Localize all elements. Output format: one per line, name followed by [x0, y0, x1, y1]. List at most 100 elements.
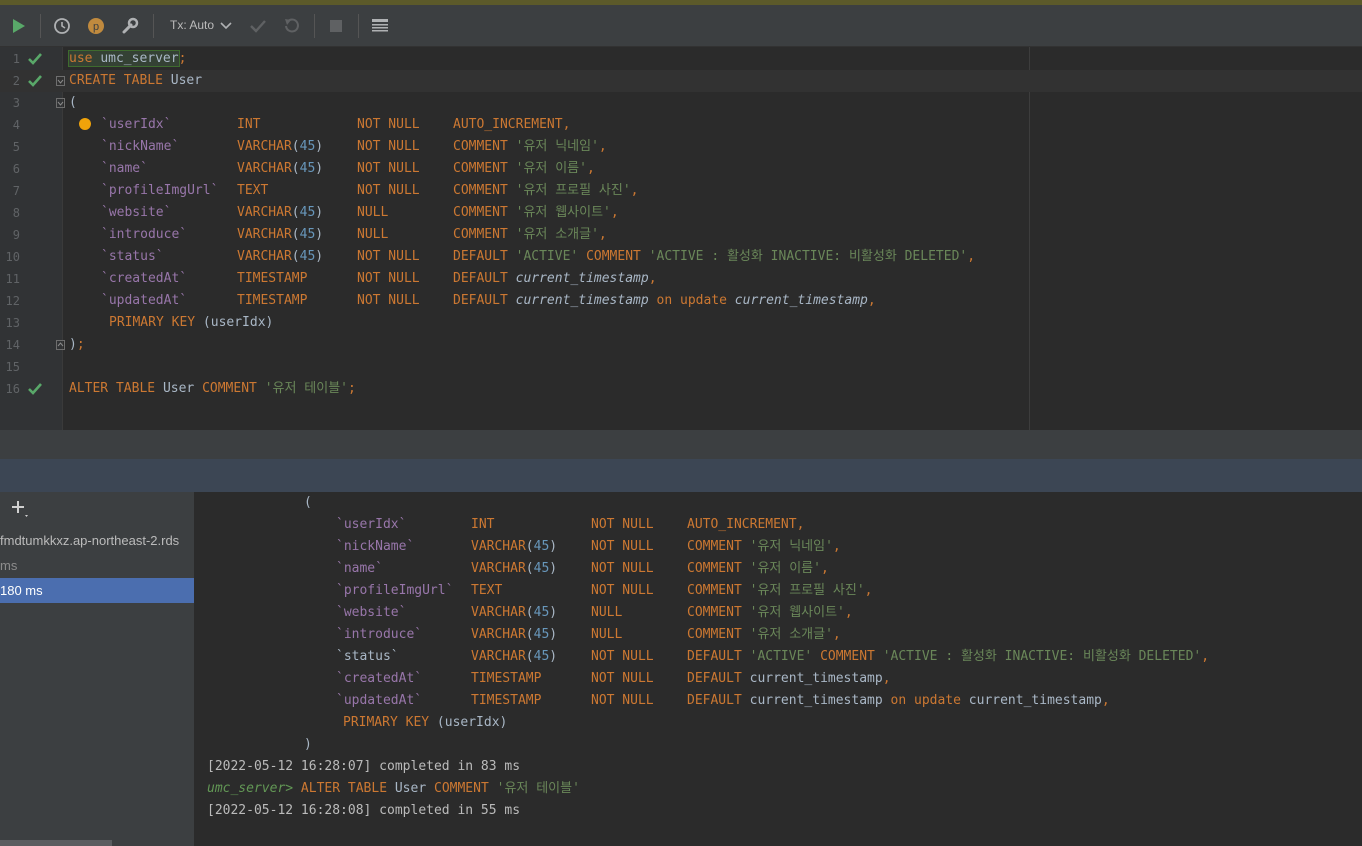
console-line: `nickName` [336, 539, 415, 554]
line-number: 13 [5, 316, 20, 330]
console-log-line: [2022-05-12 16:28:07] completed in 83 ms [207, 759, 521, 774]
session-item[interactable]: ms [0, 553, 194, 578]
code-text: ( [69, 95, 77, 110]
console-line: `introduce` [336, 627, 423, 642]
line-number: 8 [12, 206, 20, 220]
code-text: DEFAULT current_timestamp, [453, 271, 657, 286]
console-line: TIMESTAMP [471, 671, 542, 686]
code-text: TIMESTAMP [237, 293, 308, 308]
toolbar-divider [358, 14, 359, 38]
console-line: COMMENT '유저 프로필 사진', [687, 583, 873, 598]
code-text: VARCHAR(45) [237, 205, 324, 220]
console-line: NOT NULL [591, 539, 654, 554]
console-line: NOT NULL [591, 517, 654, 532]
code-text: NOT NULL [357, 271, 420, 286]
console-line: PRIMARY KEY (userIdx) [343, 715, 508, 730]
panel-splitter[interactable] [0, 430, 1362, 459]
stop-icon[interactable] [326, 16, 346, 36]
code-text: `status` [101, 249, 164, 264]
code-text: NOT NULL [357, 161, 420, 176]
code-line: 11 `createdAt` TIMESTAMP NOT NULL DEFAUL… [0, 268, 1362, 290]
code-text: INT [237, 117, 261, 132]
history-icon[interactable] [52, 16, 72, 36]
console-line: COMMENT '유저 소개글', [687, 627, 841, 642]
code-text: ); [69, 337, 85, 352]
console-line: NULL [591, 627, 623, 642]
toolbar-divider [40, 14, 41, 38]
line-number: 6 [12, 162, 20, 176]
line-number: 4 [12, 118, 20, 132]
console-line: VARCHAR(45) [471, 561, 558, 576]
code-text: TIMESTAMP [237, 271, 308, 286]
horizontal-scrollbar[interactable] [0, 840, 112, 846]
console-line: `profileImgUrl` [336, 583, 454, 598]
toolbar-divider [314, 14, 315, 38]
code-text: DEFAULT 'ACTIVE' COMMENT 'ACTIVE : 활성화 I… [453, 249, 976, 264]
code-text: `website` [101, 205, 172, 220]
rollback-icon[interactable] [282, 16, 302, 36]
console-line: VARCHAR(45) [471, 539, 558, 554]
commit-check-icon[interactable] [248, 16, 268, 36]
code-line: 12 `updatedAt` TIMESTAMP NOT NULL DEFAUL… [0, 290, 1362, 312]
line-number: 5 [12, 140, 20, 154]
sessions-panel: fmdtumkkxz.ap-northeast-2.rds ms 180 ms [0, 492, 194, 846]
sql-editor[interactable]: 1 use umc_server; 2 CREATE TABLE User 3 … [0, 47, 1362, 430]
profile-p-icon[interactable]: p [86, 16, 106, 36]
fold-marker-icon[interactable] [56, 98, 65, 108]
session-item-selected[interactable]: 180 ms [0, 578, 194, 603]
code-text: NULL [357, 227, 389, 242]
console-line: COMMENT '유저 닉네임', [687, 539, 841, 554]
console-line: `website` [336, 605, 407, 620]
code-text: `introduce` [101, 227, 188, 242]
console-line: `userIdx` [336, 517, 407, 532]
console-line: NOT NULL [591, 693, 654, 708]
console-line: ) [304, 737, 312, 752]
query-toolbar: p Tx: Auto [0, 5, 1362, 47]
session-item[interactable]: fmdtumkkxz.ap-northeast-2.rds [0, 528, 194, 553]
console-line: umc_server> ALTER TABLE User COMMENT '유저… [207, 781, 580, 796]
code-line: 1 use umc_server; [0, 48, 1362, 70]
console-line: `updatedAt` [336, 693, 423, 708]
table-view-icon[interactable] [370, 16, 390, 36]
console-line: VARCHAR(45) [471, 649, 558, 664]
line-number: 15 [5, 360, 20, 374]
code-text: `profileImgUrl` [101, 183, 219, 198]
chevron-down-icon[interactable] [216, 16, 236, 36]
code-text: `updatedAt` [101, 293, 188, 308]
run-icon[interactable] [9, 16, 29, 36]
line-number: 16 [5, 382, 20, 396]
console-line: `name` [336, 561, 383, 576]
code-text: `createdAt` [101, 271, 188, 286]
console-line: `status` [336, 649, 399, 664]
console-line: AUTO_INCREMENT, [687, 517, 805, 532]
code-line: 4 `userIdx` INT NOT NULL AUTO_INCREMENT, [0, 114, 1362, 136]
code-text: COMMENT '유저 이름', [453, 161, 595, 176]
code-text: NOT NULL [357, 139, 420, 154]
code-text: use umc_server; [68, 50, 187, 67]
fold-marker-icon[interactable] [56, 340, 65, 350]
code-line: 13 PRIMARY KEY (userIdx) [0, 312, 1362, 334]
code-text: NULL [357, 205, 389, 220]
code-text: ALTER TABLE User COMMENT '유저 테이블'; [69, 381, 356, 396]
transaction-mode-dropdown[interactable]: Tx: Auto [170, 18, 214, 32]
line-number: 3 [12, 96, 20, 110]
wrench-icon[interactable] [120, 16, 140, 36]
console-line: COMMENT '유저 이름', [687, 561, 829, 576]
code-text: PRIMARY KEY (userIdx) [109, 315, 274, 330]
query-console-output: ( `userIdx` INT NOT NULL AUTO_INCREMENT,… [194, 492, 1362, 846]
code-text: DEFAULT current_timestamp on update curr… [453, 293, 876, 308]
code-text: COMMENT '유저 소개글', [453, 227, 607, 242]
fold-marker-icon[interactable] [56, 76, 65, 86]
line-number: 7 [12, 184, 20, 198]
console-line: NOT NULL [591, 649, 654, 664]
code-text: VARCHAR(45) [237, 249, 324, 264]
code-text: TEXT [237, 183, 269, 198]
code-text: `userIdx` [101, 117, 172, 132]
add-icon[interactable] [10, 498, 30, 520]
line-number: 9 [12, 228, 20, 242]
code-line: 7 `profileImgUrl` TEXT NOT NULL COMMENT … [0, 180, 1362, 202]
code-line: 3 ( [0, 92, 1362, 114]
executed-check-icon [28, 75, 42, 87]
console-line: NOT NULL [591, 671, 654, 686]
code-line: 8 `website` VARCHAR(45) NULL COMMENT '유저… [0, 202, 1362, 224]
